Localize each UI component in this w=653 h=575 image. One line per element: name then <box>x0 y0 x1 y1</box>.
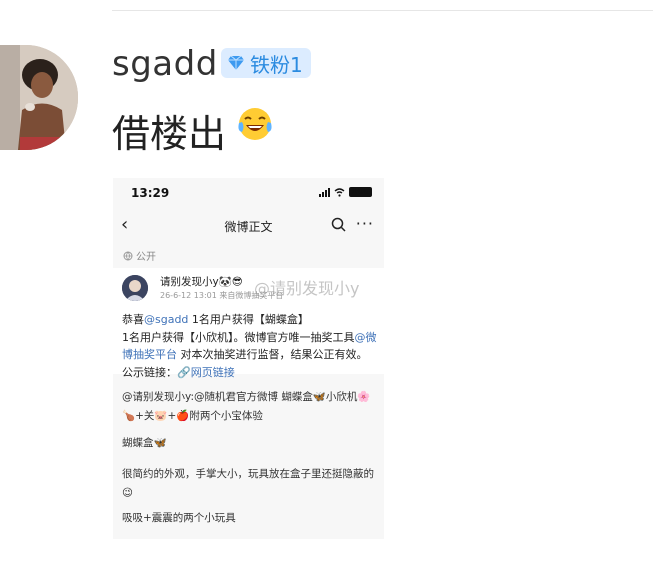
post-author-avatar[interactable] <box>122 275 148 301</box>
laughing-tears-emoji <box>238 108 272 140</box>
signal-icon <box>319 187 331 197</box>
badge-label: 铁粉1 <box>250 52 303 77</box>
repost-line: 很简约的外观，手掌大小，玩具放在盒子里还挺隐蔽的 <box>122 468 374 480</box>
repost-line: 😉 <box>122 487 133 499</box>
embedded-screenshot[interactable]: 13:29 100 ‹ 微博正文 ··· 公开 请别发现小y🐼😎 26-6-12 <box>113 178 384 539</box>
fan-level-badge[interactable]: 铁粉1 <box>221 48 311 78</box>
more-icon[interactable]: ··· <box>356 214 374 233</box>
diamond-icon <box>228 55 244 70</box>
author-avatar-image <box>122 275 148 301</box>
repost-line: 🍗+关🐷+🍎附两个小宝体验 <box>122 410 263 422</box>
commenter-avatar[interactable] <box>0 45 78 150</box>
comment-text: 借楼出 <box>112 112 227 156</box>
weibo-watermark: @请别发现小y <box>254 279 360 298</box>
avatar-photo <box>0 45 78 150</box>
top-divider <box>112 10 653 11</box>
repost-line: 吸吸+震震的两个小玩具 <box>122 512 236 524</box>
status-icons: 100 <box>319 187 372 197</box>
visibility-label: 公开 <box>136 252 156 263</box>
mention-link[interactable]: @sgadd <box>144 313 188 326</box>
status-time: 13:29 <box>131 186 170 200</box>
post-body: 恭喜@sgadd 1名用户获得【蝴蝶盒】 1名用户获得【小欣机】。微博官方唯一抽… <box>122 313 377 379</box>
battery-icon: 100 <box>349 187 372 197</box>
visibility-indicator: 公开 <box>123 248 156 263</box>
repost-content: @请别发现小y:@随机君官方微博 蝴蝶盒🦋小欣机🌸 🍗+关🐷+🍎附两个小宝体验 … <box>122 388 377 528</box>
search-icon[interactable] <box>331 217 346 232</box>
web-link[interactable]: 🔗网页链接 <box>177 366 235 379</box>
commenter-username[interactable]: sgadd <box>112 44 218 84</box>
wifi-icon <box>334 187 345 197</box>
repost-line: @请别发现小y:@随机君官方微博 蝴蝶盒🦋小欣机🌸 <box>122 391 371 403</box>
globe-icon <box>123 251 133 260</box>
repost-line: 蝴蝶盒🦋 <box>122 437 167 449</box>
post-author-name[interactable]: 请别发现小y🐼😎 <box>160 274 243 289</box>
